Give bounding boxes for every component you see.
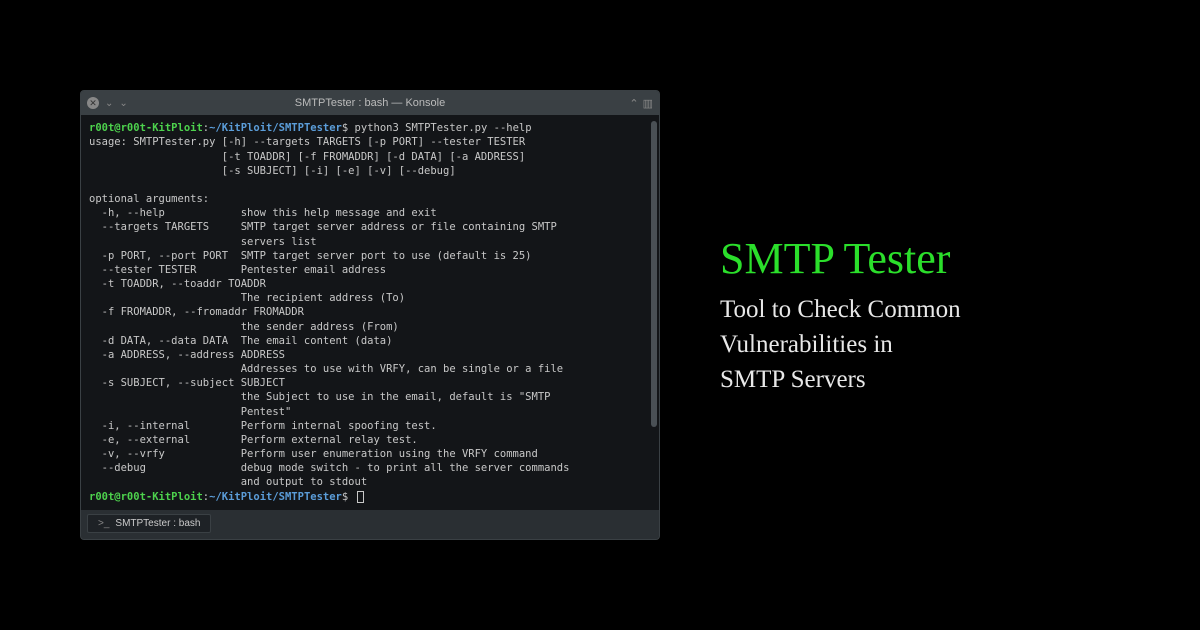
page-title: SMTP Tester [720, 233, 961, 284]
terminal-window: ✕ ⌄ ⌄ SMTPTester : bash — Konsole ⌃ ▥ r0… [80, 90, 660, 540]
terminal-icon: >_ [98, 518, 109, 529]
command-text: python3 SMTPTester.py --help [355, 122, 532, 134]
terminal-content[interactable]: r00t@r00t-KitPloit:~/KitPloit/SMTPTester… [89, 121, 651, 504]
window-title: SMTPTester : bash — Konsole [295, 97, 445, 109]
prompt-user: r00t@r00t-KitPloit [89, 491, 203, 503]
cursor [357, 491, 364, 503]
prompt-path: ~/KitPloit/SMTPTester [209, 122, 342, 134]
scrollbar-thumb[interactable] [651, 121, 657, 427]
prompt-user: r00t@r00t-KitPloit [89, 122, 203, 134]
close-icon[interactable]: ✕ [87, 97, 99, 109]
prompt-dollar: $ [342, 491, 348, 503]
panel-icon[interactable]: ▥ [643, 97, 653, 110]
scrollbar[interactable] [651, 121, 657, 504]
prompt-path: ~/KitPloit/SMTPTester [209, 491, 342, 503]
tab-smtptester[interactable]: >_ SMTPTester : bash [87, 514, 211, 533]
chevron-up-icon[interactable]: ⌃ [629, 97, 638, 110]
command-output: usage: SMTPTester.py [-h] --targets TARG… [89, 136, 569, 488]
page-subtitle: Tool to Check Common Vulnerabilities in … [720, 292, 961, 397]
right-panel: SMTP Tester Tool to Check Common Vulnera… [720, 233, 961, 397]
tab-bar: >_ SMTPTester : bash [81, 510, 659, 539]
tab-label: SMTPTester : bash [115, 518, 200, 529]
window-titlebar: ✕ ⌄ ⌄ SMTPTester : bash — Konsole ⌃ ▥ [81, 91, 659, 115]
terminal-body[interactable]: r00t@r00t-KitPloit:~/KitPloit/SMTPTester… [81, 115, 659, 510]
chevron-down-icon[interactable]: ⌄ [105, 98, 113, 109]
prompt-dollar: $ [342, 122, 348, 134]
chevron-down-icon[interactable]: ⌄ [119, 98, 127, 109]
